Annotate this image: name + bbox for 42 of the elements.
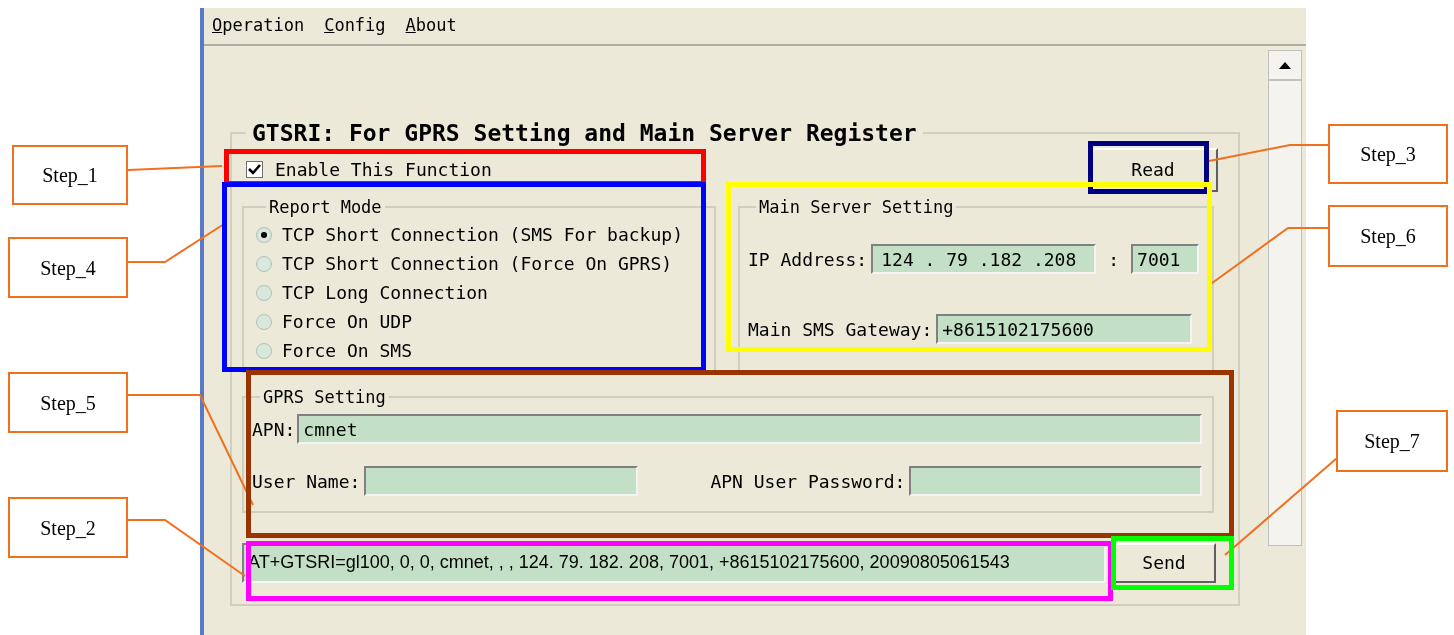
step-callout: Step_5 [8,372,128,433]
menu-item[interactable]: About [405,13,457,39]
port-field[interactable]: 7001 [1131,244,1200,274]
group-label: Main Server Setting [759,196,954,217]
user-name-field[interactable] [364,466,639,496]
password-field[interactable] [909,466,1202,496]
radio-button[interactable] [256,313,272,330]
step-callout: Step_6 [1328,205,1448,267]
apn-field[interactable]: cmnet [297,414,1202,444]
radio-label: TCP Long Connection [282,281,488,305]
step-callout: Step_1 [12,145,128,205]
radio-label: Force On SMS [282,339,413,363]
port-separator: : [1108,247,1120,272]
menu-item[interactable]: Operation [212,13,305,39]
radio-button[interactable] [256,255,272,272]
radio-button[interactable] [256,284,272,301]
radio-label: TCP Short Connection (Force On GPRS) [282,252,673,276]
group-label: GPRS Setting [263,386,386,407]
field-label: User Name: [252,469,361,494]
checkbox[interactable] [246,161,263,178]
radio-label: Force On UDP [282,310,413,334]
field-label: APN User Password: [710,469,906,494]
field-label: Main SMS Gateway: [748,317,933,342]
check-icon [248,163,261,176]
menu-item[interactable]: Config [324,13,386,39]
radio-label: TCP Short Connection (SMS For backup) [282,223,683,247]
group-label: Report Mode [269,196,382,217]
up-arrow-icon [1279,61,1291,69]
field-label: IP Address: [748,247,868,272]
step-callout: Step_3 [1328,124,1448,184]
scroll-up-button[interactable] [1268,50,1302,80]
checkbox-label: Enable This Function [275,158,492,182]
sms-gateway-field[interactable]: +8615102175600 [936,314,1193,344]
radio-button[interactable] [256,226,272,243]
ip-address-field[interactable]: 124 . 79 .182 .208 [871,244,1097,274]
group-title: GTSRI: For GPRS Setting and Main Server Register [252,120,917,146]
step-callout: Step_4 [8,237,128,298]
step-callout: Step_2 [8,497,128,558]
scrollbar-thumb[interactable] [1268,80,1302,546]
field-label: APN: [252,417,296,442]
radio-button[interactable] [256,342,272,359]
step-callout: Step_7 [1336,410,1448,472]
